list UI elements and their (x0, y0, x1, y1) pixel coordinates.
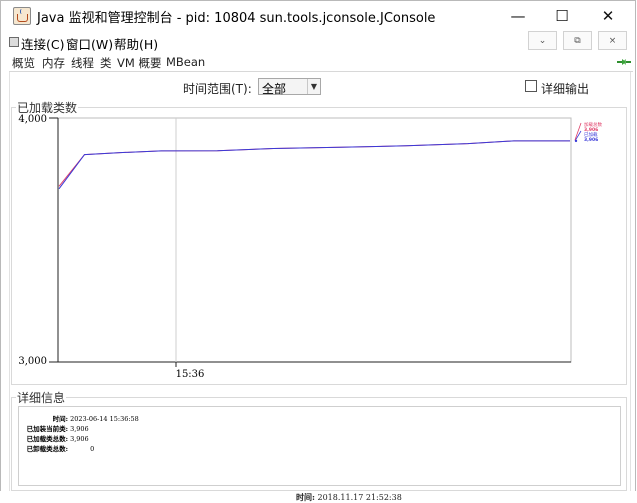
y-tick-label-max: 4,000 (18, 114, 47, 125)
y-tick-label-min: 3,000 (18, 356, 47, 367)
x-tick-label: 15:36 (176, 369, 205, 380)
legend-name-1: 已加载 (584, 131, 598, 138)
background-window-text: 时间: 2018.11.17 21:52:38 (296, 492, 402, 502)
detail-row-unloaded: 已卸载类总数: 0 (26, 445, 95, 453)
details-title: 详细信息 (16, 389, 67, 406)
jconsole-window: Java 监视和管理控制台 - pid: 10804 sun.tools.jco… (0, 0, 636, 501)
legend-value-1: 3,906 (584, 137, 598, 143)
plot-area (57, 117, 572, 363)
detail-row-time: 时间: 2023-06-14 15:36:58 (52, 415, 139, 423)
details-box: 时间: 2023-06-14 15:36:58 已加装当前类: 3,906 已加… (18, 406, 621, 486)
legend-connector-red (574, 122, 582, 141)
series-end-marker (574, 139, 578, 143)
detail-row-total: 已加载类总数: 3,906 (26, 435, 89, 443)
legend-name-0: 加载总数 (584, 121, 602, 128)
detail-row-current: 已加装当前类: 3,906 (26, 425, 89, 433)
